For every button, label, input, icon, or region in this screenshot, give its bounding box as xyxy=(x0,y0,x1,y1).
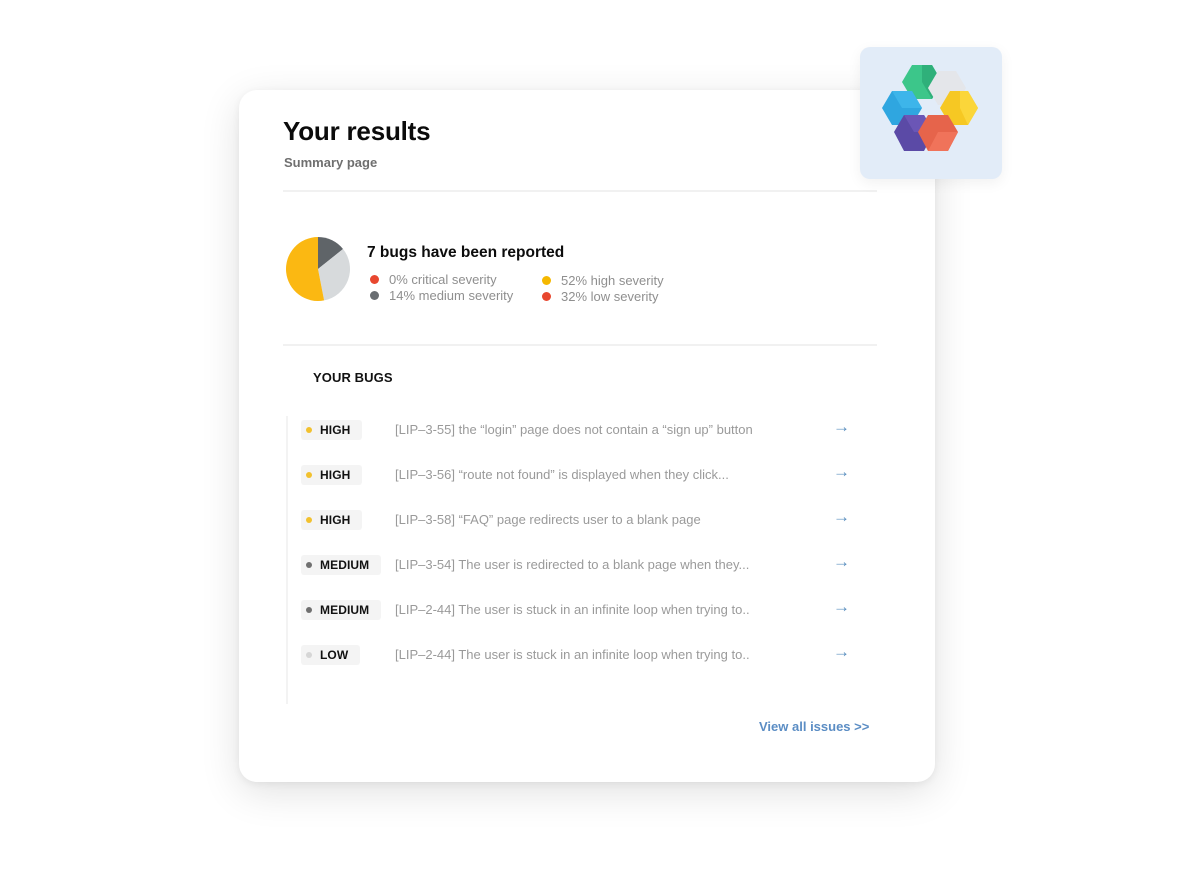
bug-title[interactable]: [LIP–2-44] The user is stuck in an infin… xyxy=(395,647,750,662)
severity-dot-icon xyxy=(306,472,312,478)
severity-badge: HIGH xyxy=(301,465,363,485)
summary-title: 7 bugs have been reported xyxy=(367,244,565,261)
arrow-right-icon[interactable]: → xyxy=(833,417,850,437)
arrow-right-icon[interactable]: → xyxy=(833,462,850,482)
severity-legend: 0% critical severity 14% medium severity… xyxy=(370,272,690,312)
legend-item-medium: 14% medium severity xyxy=(370,288,513,303)
bug-row[interactable]: HIGH [LIP–3-58] “FAQ” page redirects use… xyxy=(299,507,859,537)
bug-title[interactable]: [LIP–3-58] “FAQ” page redirects user to … xyxy=(395,512,701,527)
page-title: Your results xyxy=(283,116,431,146)
arrow-right-icon[interactable]: → xyxy=(833,552,850,572)
divider xyxy=(283,344,877,346)
bug-title[interactable]: [LIP–2-44] The user is stuck in an infin… xyxy=(395,602,750,617)
arrow-right-icon[interactable]: → xyxy=(833,642,850,662)
severity-badge: LOW xyxy=(301,645,361,665)
legend-item-low: 32% low severity xyxy=(542,289,659,304)
severity-badge: HIGH xyxy=(301,510,363,530)
severity-dot-icon xyxy=(306,652,312,658)
legend-dot-icon xyxy=(370,275,379,284)
severity-pie-chart xyxy=(286,237,350,301)
legend-item-critical: 0% critical severity xyxy=(370,272,497,287)
severity-badge: MEDIUM xyxy=(301,555,382,575)
bug-title[interactable]: [LIP–3-54] The user is redirected to a b… xyxy=(395,557,749,572)
bug-row[interactable]: LOW [LIP–2-44] The user is stuck in an i… xyxy=(299,642,859,672)
legend-dot-icon xyxy=(542,292,551,301)
severity-dot-icon xyxy=(306,427,312,433)
legend-dot-icon xyxy=(542,276,551,285)
section-title: YOUR BUGS xyxy=(313,370,393,385)
view-all-issues-link[interactable]: View all issues >> xyxy=(759,719,869,734)
bug-row[interactable]: HIGH [LIP–3-56] “route not found” is dis… xyxy=(299,462,859,492)
page-subtitle: Summary page xyxy=(284,155,378,170)
legend-item-high: 52% high severity xyxy=(542,273,664,288)
bug-title[interactable]: [LIP–3-55] the “login” page does not con… xyxy=(395,422,753,437)
divider xyxy=(283,190,877,192)
bug-row[interactable]: HIGH [LIP–3-55] the “login” page does no… xyxy=(299,417,859,447)
severity-dot-icon xyxy=(306,517,312,523)
hexagon-cubes-logo-icon xyxy=(882,65,978,151)
arrow-right-icon[interactable]: → xyxy=(833,597,850,617)
severity-badge: MEDIUM xyxy=(301,600,382,620)
severity-dot-icon xyxy=(306,607,312,613)
list-rail xyxy=(286,416,288,704)
severity-badge: HIGH xyxy=(301,420,363,440)
bug-title[interactable]: [LIP–3-56] “route not found” is displaye… xyxy=(395,467,729,482)
severity-dot-icon xyxy=(306,562,312,568)
bug-row[interactable]: MEDIUM [LIP–2-44] The user is stuck in a… xyxy=(299,597,859,627)
app-logo-tile xyxy=(860,47,1002,179)
bug-row[interactable]: MEDIUM [LIP–3-54] The user is redirected… xyxy=(299,552,859,582)
arrow-right-icon[interactable]: → xyxy=(833,507,850,527)
legend-dot-icon xyxy=(370,291,379,300)
results-card: Your results Summary page 7 bugs have be… xyxy=(239,90,935,782)
